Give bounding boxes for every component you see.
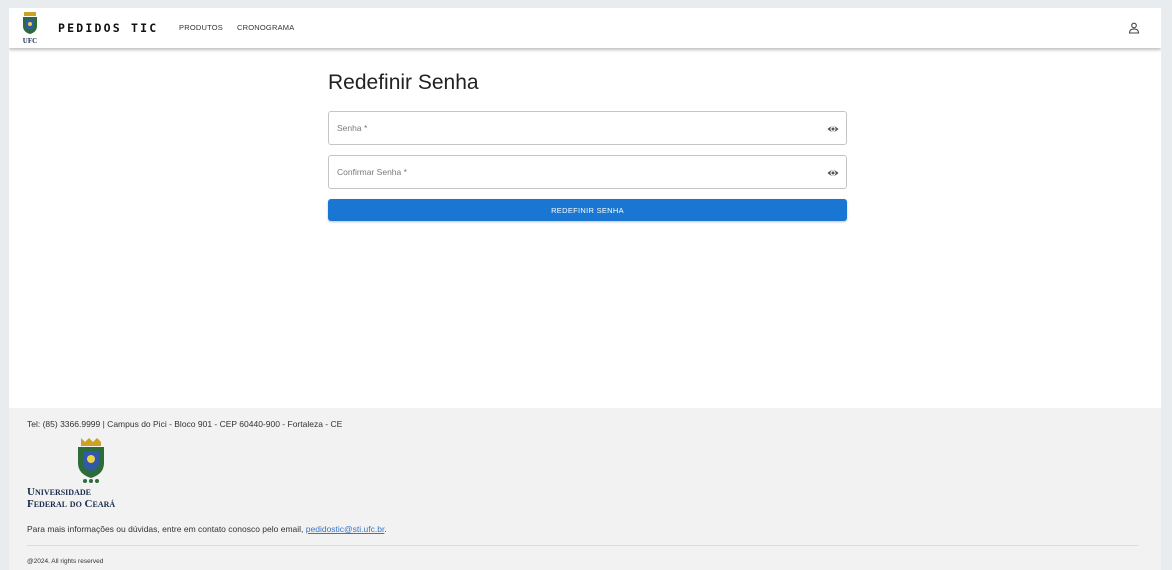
nav-cronograma[interactable]: CRONOGRAMA	[237, 23, 294, 32]
password-field[interactable]: Senha *	[328, 111, 847, 145]
info-text: Para mais informações ou dúvidas, entre …	[27, 524, 387, 534]
ufc-logo[interactable]: UFC	[19, 11, 41, 45]
footer-divider	[27, 545, 1138, 546]
app-header: UFC PEDIDOS TIC PRODUTOS CRONOGRAMA	[9, 8, 1161, 48]
copyright: @2024. All rights reserved	[27, 558, 104, 565]
email-link[interactable]: pedidostic@sti.ufc.br	[306, 524, 385, 534]
logo-caption: UFC	[23, 37, 37, 45]
contact-info: Tel: (85) 3366.9999 | Campus do Pici - B…	[27, 419, 343, 429]
app-frame: UFC PEDIDOS TIC PRODUTOS CRONOGRAMA Rede…	[9, 8, 1161, 570]
password-label: Senha *	[337, 123, 368, 133]
footer: Tel: (85) 3366.9999 | Campus do Pici - B…	[9, 408, 1161, 570]
brand-title[interactable]: PEDIDOS TIC	[58, 21, 158, 35]
nav-produtos[interactable]: PRODUTOS	[179, 23, 223, 32]
confirm-password-field[interactable]: Confirmar Senha *	[328, 155, 847, 189]
eye-icon[interactable]	[827, 123, 839, 135]
page-title: Redefinir Senha	[328, 71, 479, 94]
ufc-crest-icon	[78, 438, 104, 483]
university-logo: Universidade Federal do Ceará	[27, 436, 157, 516]
user-icon[interactable]	[1128, 22, 1140, 34]
university-name: Universidade Federal do Ceará	[27, 486, 116, 510]
eye-icon[interactable]	[827, 167, 839, 179]
reset-password-button[interactable]: REDEFINIR SENHA	[328, 199, 847, 221]
confirm-password-label: Confirmar Senha *	[337, 167, 407, 177]
